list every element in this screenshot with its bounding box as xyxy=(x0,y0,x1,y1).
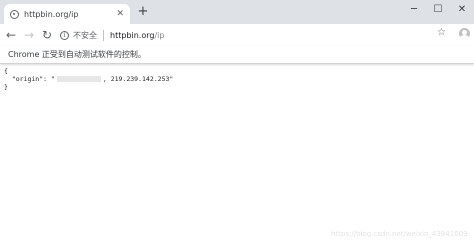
address-bar[interactable]: i 不安全 httpbin.org/ip xyxy=(60,26,432,44)
json-ip-value: , 219.239.142.253" xyxy=(102,75,174,83)
json-key: "origin": " xyxy=(4,75,55,83)
json-origin-line: "origin": " , 219.239.142.253" xyxy=(4,75,464,83)
infobar-message: Chrome 正受到自动测试软件的控制。 xyxy=(8,50,146,59)
json-open-brace: { xyxy=(4,67,8,75)
info-icon[interactable]: i xyxy=(60,30,69,40)
json-close-brace: } xyxy=(4,83,8,91)
watermark: https://blog.csdn.net/weixin_43941609 xyxy=(331,230,468,238)
maximize-button[interactable]: ☐ xyxy=(428,1,448,19)
automation-infobar: Chrome 正受到自动测试软件的控制。 xyxy=(0,46,474,64)
redacted-ip xyxy=(56,76,101,82)
close-icon[interactable]: ✕ xyxy=(116,9,124,19)
tab-title: httpbin.org/ip xyxy=(24,9,79,19)
divider xyxy=(103,29,104,41)
window-close-button[interactable]: ✕ xyxy=(452,1,472,19)
globe-icon xyxy=(10,9,19,19)
page-content: { "origin": " , 219.239.142.253" } xyxy=(4,67,464,91)
star-icon[interactable]: ☆ xyxy=(437,27,446,38)
new-tab-button[interactable]: + xyxy=(136,5,150,19)
avatar[interactable] xyxy=(459,28,470,39)
reload-button[interactable]: ↻ xyxy=(40,27,54,43)
tab-strip: httpbin.org/ip ✕ + ─ ☐ ✕ xyxy=(0,0,474,24)
security-label[interactable]: 不安全 xyxy=(73,30,97,41)
minimize-button[interactable]: ─ xyxy=(404,1,424,19)
toolbar: ← → ↻ i 不安全 httpbin.org/ip xyxy=(0,24,474,47)
forward-button[interactable]: → xyxy=(22,27,36,43)
tab-httpbin[interactable]: httpbin.org/ip ✕ xyxy=(4,4,130,24)
back-button[interactable]: ← xyxy=(4,27,18,43)
url-path[interactable]: /ip xyxy=(154,31,164,40)
url-host[interactable]: httpbin.org xyxy=(110,31,154,40)
